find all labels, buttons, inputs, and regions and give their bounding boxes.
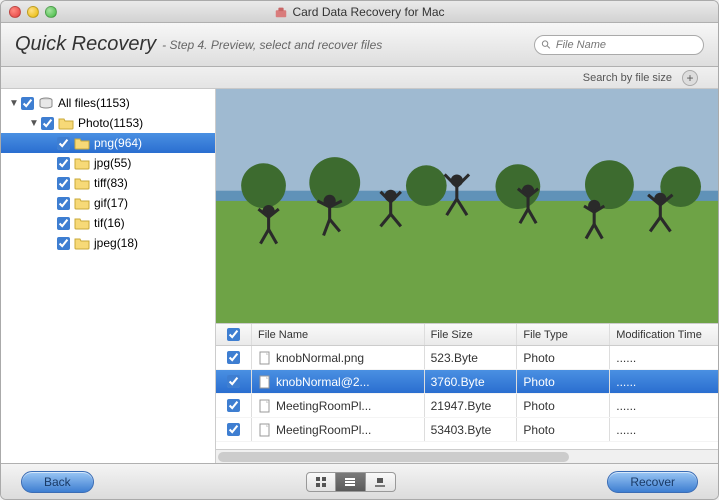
folder-icon bbox=[74, 176, 90, 190]
folder-icon bbox=[74, 136, 90, 150]
checkbox-gif[interactable] bbox=[57, 197, 70, 210]
cell-size: 53403.Byte bbox=[425, 418, 518, 441]
app-icon bbox=[274, 5, 288, 19]
tree-row-tif[interactable]: tif(16) bbox=[1, 213, 215, 233]
file-icon bbox=[258, 423, 272, 437]
checkbox-jpg[interactable] bbox=[57, 157, 70, 170]
tree-row-photo[interactable]: ▼ Photo(1153) bbox=[1, 113, 215, 133]
tree-row-allfiles[interactable]: ▼ All files(1153) bbox=[1, 93, 215, 113]
tree-label: tif(16) bbox=[94, 216, 125, 230]
cell-name: MeetingRoomPl... bbox=[276, 423, 371, 437]
view-list-button[interactable] bbox=[336, 472, 366, 492]
list-icon bbox=[344, 476, 356, 488]
tree-row-jpg[interactable]: jpg(55) bbox=[1, 153, 215, 173]
tree-label: jpg(55) bbox=[94, 156, 131, 170]
tree-label: gif(17) bbox=[94, 196, 128, 210]
checkbox-tif[interactable] bbox=[57, 217, 70, 230]
checkbox-jpeg[interactable] bbox=[57, 237, 70, 250]
cell-type: Photo bbox=[517, 394, 610, 417]
recover-button[interactable]: Recover bbox=[607, 471, 698, 493]
tree-row-tiff[interactable]: tiff(83) bbox=[1, 173, 215, 193]
table-row[interactable]: knobNormal.png 523.Byte Photo ...... bbox=[216, 346, 718, 370]
file-icon bbox=[258, 399, 272, 413]
folder-icon bbox=[74, 156, 90, 170]
cell-mod: ...... bbox=[610, 418, 718, 441]
table-body[interactable]: knobNormal.png 523.Byte Photo ...... kno… bbox=[216, 346, 718, 449]
cell-size: 21947.Byte bbox=[425, 394, 518, 417]
col-name[interactable]: File Name bbox=[252, 324, 425, 345]
tree-label: tiff(83) bbox=[94, 176, 128, 190]
col-mod[interactable]: Modification Time bbox=[610, 324, 718, 345]
tree-row-gif[interactable]: gif(17) bbox=[1, 193, 215, 213]
checkbox-allfiles[interactable] bbox=[21, 97, 34, 110]
file-icon bbox=[258, 375, 272, 389]
checkbox-png[interactable] bbox=[57, 137, 70, 150]
cell-type: Photo bbox=[517, 418, 610, 441]
tree-label: All files(1153) bbox=[58, 96, 130, 110]
chevron-down-icon[interactable]: ▼ bbox=[9, 98, 19, 109]
col-size[interactable]: File Size bbox=[425, 324, 518, 345]
file-icon bbox=[258, 351, 272, 365]
checkbox-row[interactable] bbox=[227, 423, 240, 436]
checkbox-photo[interactable] bbox=[41, 117, 54, 130]
cell-size: 3760.Byte bbox=[425, 370, 518, 393]
tree-row-png[interactable]: png(964) bbox=[1, 133, 215, 153]
search-icon bbox=[541, 39, 552, 51]
table-row[interactable]: MeetingRoomPl... 21947.Byte Photo ...... bbox=[216, 394, 718, 418]
checkbox-row[interactable] bbox=[227, 399, 240, 412]
header: Quick Recovery - Step 4. Preview, select… bbox=[1, 23, 718, 67]
table-row[interactable]: knobNormal@2... 3760.Byte Photo ...... bbox=[216, 370, 718, 394]
cell-name: MeetingRoomPl... bbox=[276, 399, 371, 413]
scrollbar-thumb[interactable] bbox=[218, 452, 569, 462]
search-input[interactable] bbox=[556, 39, 697, 51]
app-window: Card Data Recovery for Mac Quick Recover… bbox=[0, 0, 719, 500]
tree-label: jpeg(18) bbox=[94, 236, 138, 250]
table-header: File Name File Size File Type Modificati… bbox=[216, 324, 718, 346]
view-grid-button[interactable] bbox=[306, 472, 336, 492]
add-filter-button[interactable]: + bbox=[682, 70, 698, 86]
folder-icon bbox=[74, 236, 90, 250]
main-panel: File Name File Size File Type Modificati… bbox=[216, 89, 718, 463]
h-scrollbar[interactable] bbox=[216, 449, 718, 463]
cell-name: knobNormal.png bbox=[276, 351, 364, 365]
col-type[interactable]: File Type bbox=[517, 324, 610, 345]
tree-label: Photo(1153) bbox=[78, 116, 143, 130]
cell-type: Photo bbox=[517, 346, 610, 369]
folder-icon bbox=[58, 116, 74, 130]
folder-icon bbox=[74, 216, 90, 230]
checkbox-select-all[interactable] bbox=[227, 328, 240, 341]
preview-image bbox=[216, 89, 718, 323]
file-table: File Name File Size File Type Modificati… bbox=[216, 323, 718, 463]
back-button[interactable]: Back bbox=[21, 471, 94, 493]
checkbox-row[interactable] bbox=[227, 375, 240, 388]
chevron-down-icon[interactable]: ▼ bbox=[29, 118, 39, 129]
cell-mod: ...... bbox=[610, 394, 718, 417]
folder-icon bbox=[74, 196, 90, 210]
page-title: Quick Recovery bbox=[15, 33, 156, 56]
content: ▼ All files(1153) ▼ Photo(1153) png(964)… bbox=[1, 89, 718, 463]
subheader: Search by file size + bbox=[1, 67, 718, 89]
cell-size: 523.Byte bbox=[425, 346, 518, 369]
cell-name: knobNormal@2... bbox=[276, 375, 370, 389]
window-title: Card Data Recovery for Mac bbox=[1, 5, 718, 19]
table-row[interactable]: MeetingRoomPl... 53403.Byte Photo ...... bbox=[216, 418, 718, 442]
grid-icon bbox=[315, 476, 327, 488]
tree-row-jpeg[interactable]: jpeg(18) bbox=[1, 233, 215, 253]
cell-mod: ...... bbox=[610, 370, 718, 393]
view-mode-segment[interactable] bbox=[306, 472, 396, 492]
view-coverflow-button[interactable] bbox=[366, 472, 396, 492]
cell-type: Photo bbox=[517, 370, 610, 393]
tree-label: png(964) bbox=[94, 136, 142, 150]
sidebar-tree[interactable]: ▼ All files(1153) ▼ Photo(1153) png(964)… bbox=[1, 89, 216, 463]
search-input-wrap[interactable] bbox=[534, 35, 704, 55]
footer: Back Recover bbox=[1, 463, 718, 499]
step-label: - Step 4. Preview, select and recover fi… bbox=[162, 38, 382, 52]
cell-mod: ...... bbox=[610, 346, 718, 369]
drive-icon bbox=[38, 96, 54, 110]
search-size-label[interactable]: Search by file size bbox=[583, 72, 672, 84]
titlebar: Card Data Recovery for Mac bbox=[1, 1, 718, 23]
checkbox-tiff[interactable] bbox=[57, 177, 70, 190]
checkbox-row[interactable] bbox=[227, 351, 240, 364]
coverflow-icon bbox=[374, 476, 386, 488]
